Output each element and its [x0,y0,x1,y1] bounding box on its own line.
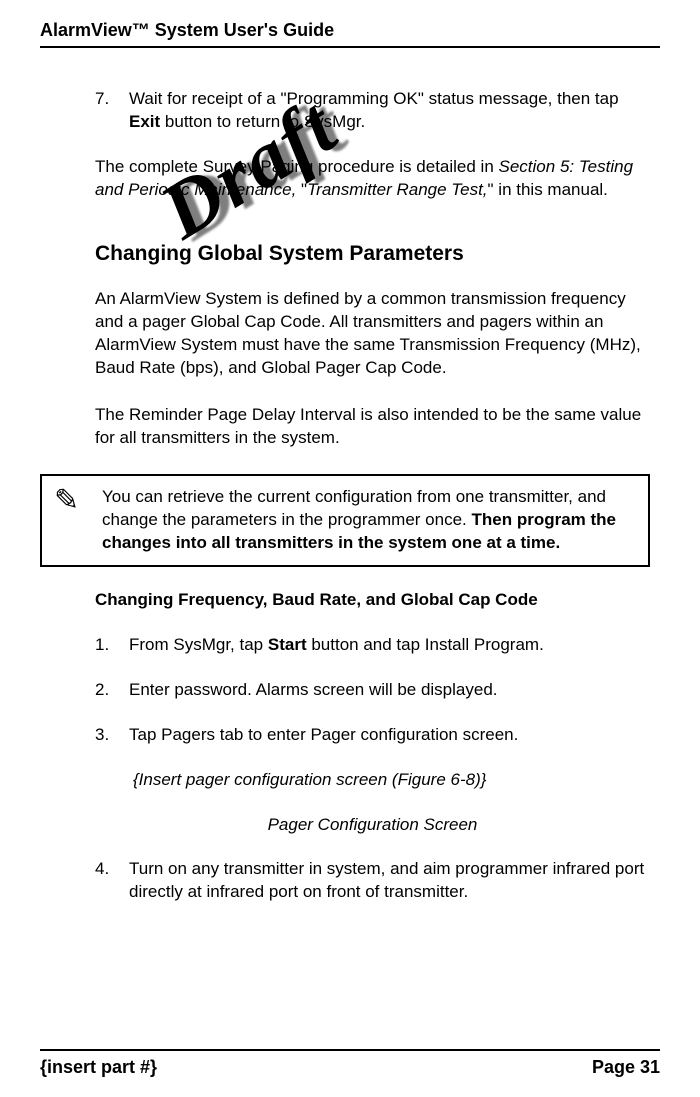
survey-paragraph: The complete Survey Paging procedure is … [95,156,650,202]
list-item-4: 4. Turn on any transmitter in system, an… [95,858,650,904]
text: " [296,180,307,199]
list-number: 7. [95,88,129,134]
footer-row: {insert part #} Page 31 [40,1055,660,1079]
text: From SysMgr, tap [129,635,268,654]
pencil-icon: ✎ [54,486,102,555]
note-box: ✎ You can retrieve the current configura… [40,474,650,567]
list-item-7: 7. Wait for receipt of a "Programming OK… [95,88,650,134]
header: AlarmView™ System User's Guide [40,18,660,48]
list-number: 1. [95,634,129,657]
section-heading-global: Changing Global System Parameters [95,240,650,268]
header-title: AlarmView™ System User's Guide [40,18,660,42]
page: Draft Draft AlarmView™ System User's Gui… [0,0,700,1097]
list-number: 2. [95,679,129,702]
text: button and tap Install Program. [307,635,544,654]
exit-label: Exit [129,112,160,131]
list-text: Enter password. Alarms screen will be di… [129,679,650,702]
list-number: 4. [95,858,129,904]
figure-caption: Pager Configuration Screen [95,814,650,837]
global-paragraph-2: The Reminder Page Delay Interval is also… [95,404,650,450]
list-text: Tap Pagers tab to enter Pager configurat… [129,724,650,747]
footer: {insert part #} Page 31 [40,1049,660,1079]
footer-rule [40,1049,660,1051]
list-number: 3. [95,724,129,747]
subheading-change: Changing Frequency, Baud Rate, and Globa… [95,589,650,612]
footer-right: Page 31 [592,1055,660,1079]
text: button to return to SysMgr. [160,112,365,131]
test-reference: Transmitter Range Test, [307,180,487,199]
text: Wait for receipt of a "Programming OK" s… [129,89,619,108]
list-text: Turn on any transmitter in system, and a… [129,858,650,904]
content: 7. Wait for receipt of a "Programming OK… [40,48,660,904]
text: " in this manual. [488,180,608,199]
figure-placeholder: {Insert pager configuration screen (Figu… [133,769,650,792]
start-label: Start [268,635,307,654]
list-item-3: 3. Tap Pagers tab to enter Pager configu… [95,724,650,747]
footer-left: {insert part #} [40,1055,157,1079]
note-text: You can retrieve the current configurati… [102,486,636,555]
global-paragraph-1: An AlarmView System is defined by a comm… [95,288,650,380]
text: The complete Survey Paging procedure is … [95,157,499,176]
list-text: From SysMgr, tap Start button and tap In… [129,634,650,657]
list-item-2: 2. Enter password. Alarms screen will be… [95,679,650,702]
list-item-1: 1. From SysMgr, tap Start button and tap… [95,634,650,657]
list-text: Wait for receipt of a "Programming OK" s… [129,88,650,134]
